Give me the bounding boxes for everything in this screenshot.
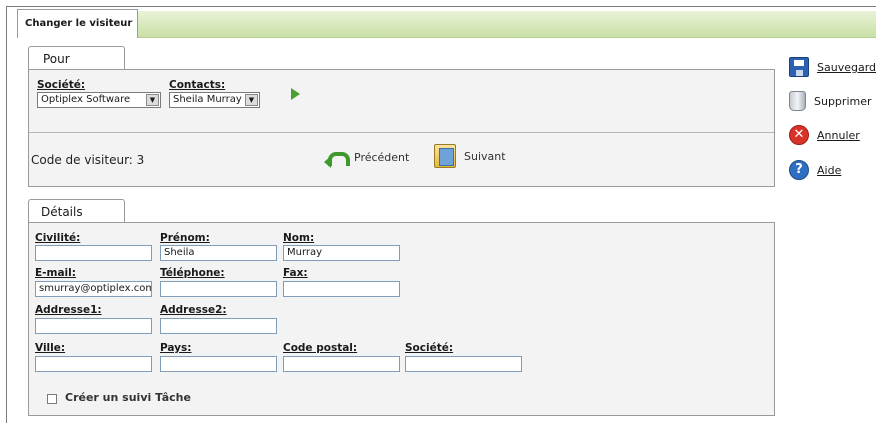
address1-label: Addresse1: (35, 304, 102, 316)
address2-label: Addresse2: (160, 304, 227, 316)
header-tab[interactable]: Changer le visiteur (17, 9, 138, 38)
next-icon (434, 144, 456, 168)
window-left-border (6, 6, 7, 423)
trash-icon (789, 91, 806, 111)
societe-details-field[interactable] (405, 356, 522, 372)
previous-icon (324, 149, 350, 168)
pays-label: Pays: (160, 342, 192, 354)
contacts-select-value: Sheila Murray (173, 94, 242, 105)
code-postal-label: Code postal: (283, 342, 358, 354)
societe-details-label: Société: (405, 342, 454, 354)
window-top-border (6, 6, 876, 7)
societe-select-value: Optiplex Software (41, 94, 131, 105)
cancel-button[interactable]: ✕ Annuler (789, 125, 860, 145)
cancel-label: Annuler (817, 128, 860, 142)
address2-field[interactable] (160, 318, 277, 334)
chevron-down-icon[interactable]: ▼ (146, 94, 159, 106)
tab-details[interactable]: Détails (28, 199, 125, 223)
help-icon: ? (789, 160, 809, 180)
societe-select[interactable]: Optiplex Software ▼ (37, 92, 161, 108)
delete-button[interactable]: Supprimer (789, 91, 872, 111)
prenom-field[interactable]: Sheila (160, 245, 277, 261)
previous-button[interactable]: Précédent (324, 149, 410, 168)
ville-field[interactable] (35, 356, 152, 372)
header-bar (137, 11, 876, 38)
create-task-label[interactable]: Créer un suivi Tâche (65, 391, 191, 404)
address1-field[interactable] (35, 318, 152, 334)
previous-label: Précédent (354, 150, 410, 164)
help-label: Aide (817, 163, 842, 177)
pour-panel: Société: Optiplex Software ▼ Contacts: S… (28, 69, 775, 187)
email-label: E-mail: (35, 267, 76, 279)
play-icon[interactable] (291, 88, 300, 100)
chevron-down-icon[interactable]: ▼ (245, 94, 258, 106)
fax-label: Fax: (283, 267, 308, 279)
ville-label: Ville: (35, 342, 66, 354)
pays-field[interactable] (160, 356, 277, 372)
help-button[interactable]: ? Aide (789, 160, 841, 180)
visitor-code: Code de visiteur: 3 (31, 153, 145, 167)
nom-field[interactable]: Murray (283, 245, 400, 261)
telephone-label: Téléphone: (160, 267, 225, 279)
divider (29, 132, 774, 133)
save-icon (789, 57, 809, 77)
civilite-field[interactable] (35, 245, 152, 261)
save-button[interactable]: Sauvegarder (789, 57, 876, 77)
nom-label: Nom: (283, 232, 315, 244)
save-label: Sauvegarder (817, 60, 876, 74)
email-field[interactable]: smurray@optiplex.com (35, 281, 152, 297)
delete-label: Supprimer (814, 94, 872, 108)
details-panel: Civilité: Prénom: Sheila Nom: Murray E-m… (28, 222, 775, 416)
create-task-checkbox[interactable] (47, 394, 57, 404)
next-label: Suivant (464, 149, 506, 163)
telephone-field[interactable] (160, 281, 277, 297)
fax-field[interactable] (283, 281, 400, 297)
contacts-select[interactable]: Sheila Murray ▼ (169, 92, 260, 108)
civilite-label: Civilité: (35, 232, 81, 244)
tab-pour[interactable]: Pour (28, 46, 125, 70)
code-postal-field[interactable] (283, 356, 400, 372)
societe-label: Société: (37, 79, 86, 91)
prenom-label: Prénom: (160, 232, 210, 244)
next-button[interactable]: Suivant (434, 144, 506, 168)
contacts-label: Contacts: (169, 79, 226, 91)
cancel-icon: ✕ (789, 125, 809, 145)
